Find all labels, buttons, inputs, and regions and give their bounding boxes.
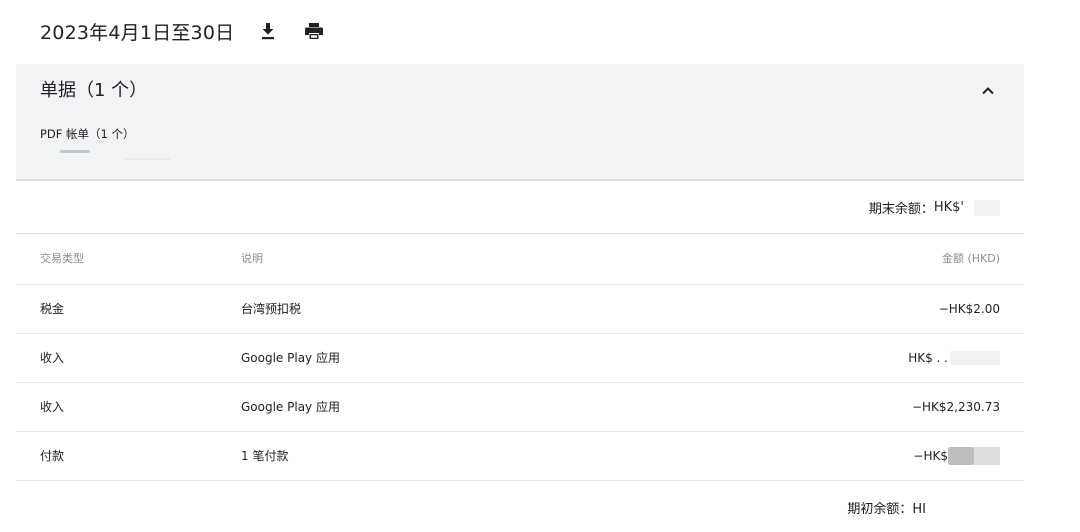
tab-divider bbox=[124, 158, 170, 160]
row-amount-text: HK$ . . bbox=[908, 351, 948, 365]
row-description: Google Play 应用 bbox=[241, 400, 340, 414]
row-type: 税金 bbox=[40, 302, 65, 316]
row-amount-text: −HK$ bbox=[913, 449, 948, 463]
row-type: 付款 bbox=[40, 449, 65, 463]
documents-title: 单据（1 个） bbox=[40, 80, 148, 101]
tab-pdf-statement[interactable]: PDF 帐单（1 个） bbox=[40, 126, 135, 142]
chevron-up-icon[interactable] bbox=[976, 78, 1000, 102]
closing-balance-value: HK$' bbox=[933, 200, 964, 215]
row-type: 收入 bbox=[40, 400, 65, 414]
redacted-block bbox=[974, 199, 1000, 216]
opening-balance-label: 期初余额： bbox=[847, 502, 913, 517]
table-row: 收入 Google Play 应用 −HK$2,230.73 bbox=[16, 383, 1024, 432]
documents-panel: 单据（1 个） PDF 帐单（1 个） bbox=[16, 64, 1024, 181]
row-amount-text: −HK$2.00 bbox=[938, 302, 1000, 316]
tab-indicator bbox=[60, 150, 90, 153]
download-icon-glyph bbox=[262, 23, 275, 40]
table-row: 收入 Google Play 应用 HK$ . . bbox=[16, 334, 1024, 383]
row-amount-text: −HK$2,230.73 bbox=[911, 400, 1000, 414]
table-row: 付款 1 笔付款 −HK$ bbox=[16, 432, 1024, 481]
row-type: 收入 bbox=[40, 351, 65, 365]
column-header-amount: 金额 (HKD) bbox=[941, 252, 1000, 265]
table-header-row: 交易类型 说明 金额 (HKD) bbox=[16, 234, 1024, 285]
print-icon-glyph bbox=[305, 23, 324, 39]
opening-balance-value: HI bbox=[912, 502, 926, 517]
redacted-block bbox=[950, 351, 1000, 365]
table-row: 税金 台湾预扣税 −HK$2.00 bbox=[16, 285, 1024, 334]
row-amount: −HK$ bbox=[913, 432, 1000, 480]
transactions-table: 交易类型 说明 金额 (HKD) 税金 台湾预扣税 −HK$2.00 收入 Go… bbox=[16, 233, 1024, 481]
opening-balance: 期初余额：HI bbox=[847, 498, 926, 517]
redacted-block bbox=[974, 447, 1000, 465]
statement-period-title: 2023年4月1日至30日 bbox=[40, 21, 235, 44]
row-description: 1 笔付款 bbox=[241, 449, 289, 463]
redacted-block bbox=[948, 447, 974, 465]
chevron-up-glyph bbox=[982, 86, 994, 94]
closing-balance: 期末余额： HK$' bbox=[869, 198, 1000, 217]
column-header-description: 说明 bbox=[241, 252, 263, 265]
print-icon[interactable] bbox=[302, 19, 326, 43]
statement-header: 2023年4月1日至30日 bbox=[40, 14, 326, 48]
download-icon[interactable] bbox=[256, 19, 280, 43]
row-amount: −HK$2.00 bbox=[939, 285, 1000, 333]
column-header-type: 交易类型 bbox=[40, 252, 84, 265]
row-description: Google Play 应用 bbox=[241, 351, 340, 365]
row-amount: HK$ . . bbox=[908, 334, 1000, 382]
closing-balance-label: 期末余额： bbox=[868, 202, 934, 217]
row-amount: −HK$2,230.73 bbox=[912, 383, 1000, 431]
row-description: 台湾预扣税 bbox=[241, 302, 302, 316]
